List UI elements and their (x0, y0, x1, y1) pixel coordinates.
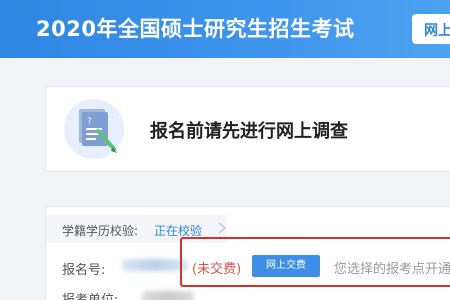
survey-document-icon: ? (64, 99, 124, 159)
tab-online-registration[interactable]: 网上报名 (412, 14, 450, 44)
registration-number-redacted (122, 259, 188, 271)
exam-unit-label: 报考单位: (62, 289, 118, 300)
exam-title: 2020年全国硕士研究生招生考试 (36, 17, 355, 41)
exam-unit-redacted (142, 291, 194, 300)
survey-notice-text: 报名前请先进行网上调查 (150, 121, 348, 142)
svg-text:?: ? (87, 117, 92, 127)
verify-label: 学籍学历校验: (62, 224, 139, 238)
chevron-right-icon (218, 222, 227, 234)
registration-number-label: 报名号: (62, 263, 106, 278)
payment-highlight-box (180, 237, 450, 287)
top-header: 2020年全国硕士研究生招生考试 网上报名 (0, 0, 450, 58)
survey-notice-card[interactable]: ? 报名前请先进行网上调查 (45, 86, 450, 172)
